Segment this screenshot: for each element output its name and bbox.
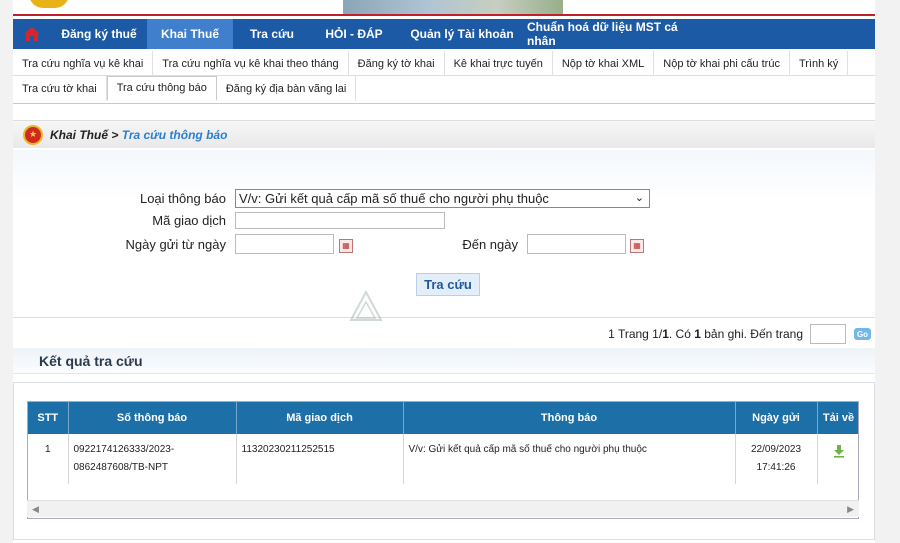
- cell-so-thong-bao[interactable]: 0922174126333/2023- 0862487608/TB-NPT: [68, 434, 237, 484]
- header-banner: [13, 0, 875, 16]
- tab-tra-cuu-to-khai[interactable]: Tra cứu tờ khai: [13, 76, 107, 101]
- breadcrumb-separator: >: [111, 127, 119, 142]
- loai-thong-bao-label: Loại thông báo: [139, 191, 226, 206]
- results-title: Kết quả tra cứu: [39, 352, 143, 369]
- col-ma-giao-dich: Mã giao dịch: [236, 402, 404, 434]
- calendar-icon[interactable]: ▦: [339, 239, 353, 253]
- breadcrumb-current: Tra cứu thông báo: [121, 127, 228, 142]
- pagination: 1 Trang 1/1. Có 1 bản ghi. Đến trang Go: [13, 320, 875, 348]
- nav-quan-ly-tai-khoan[interactable]: Quản lý Tài khoản: [397, 19, 527, 49]
- tab-nop-to-khai-phi-cau-truc[interactable]: Nộp tờ khai phi cấu trúc: [654, 51, 790, 76]
- cell-thong-bao: V/v: Gửi kết quả cấp mã số thuế cho ngườ…: [403, 434, 736, 484]
- sub-tabs-row-2: Tra cứu tờ khai Tra cứu thông báo Đăng k…: [13, 76, 875, 104]
- tab-tra-cuu-nghia-vu-theo-thang[interactable]: Tra cứu nghĩa vụ kê khai theo tháng: [153, 51, 349, 76]
- nav-tra-cuu[interactable]: Tra cứu: [233, 19, 311, 49]
- col-thong-bao: Thông báo: [403, 402, 736, 434]
- breadcrumb-text: Khai Thuế > Tra cứu thông báo: [50, 128, 227, 142]
- col-tai-ve: Tải về: [817, 402, 858, 434]
- table-row: 1 0922174126333/2023- 0862487608/TB-NPT …: [28, 434, 858, 484]
- chevron-down-icon: ⌄: [634, 192, 644, 204]
- so-thong-bao-line-1: 0922174126333/2023-: [73, 444, 175, 455]
- cell-tai-ve: [817, 434, 858, 484]
- calendar-icon[interactable]: ▦: [630, 239, 644, 253]
- tab-dang-ky-to-khai[interactable]: Đăng ký tờ khai: [349, 51, 445, 76]
- pagination-text: 1 Trang 1/1. Có 1 bản ghi. Đến trang: [608, 327, 803, 341]
- breadcrumb: ★ Khai Thuế > Tra cứu thông báo: [13, 120, 875, 148]
- tab-trinh-ky[interactable]: Trình ký: [790, 51, 849, 76]
- cell-stt: 1: [28, 434, 69, 484]
- table-header-row: STT Số thông báo Mã giao dịch Thông báo …: [28, 402, 858, 434]
- results-panel: STT Số thông báo Mã giao dịch Thông báo …: [13, 382, 875, 540]
- pagination-pages: 1: [662, 327, 669, 341]
- ngay-gui-date: 22/09/2023: [750, 444, 802, 455]
- scroll-right-arrow-icon[interactable]: ▶: [847, 504, 854, 515]
- ma-giao-dich-input[interactable]: [235, 212, 445, 229]
- nav-chuan-hoa-mst[interactable]: Chuẩn hoá dữ liệu MST cá nhân: [527, 19, 701, 49]
- horizontal-scrollbar[interactable]: ◀ ▶: [27, 500, 859, 517]
- den-ngay-label: Đến ngày: [462, 237, 518, 252]
- nav-dang-ky-thue[interactable]: Đăng ký thuế: [51, 19, 147, 49]
- ngay-gui-time: 17:41:26: [756, 462, 796, 473]
- home-button[interactable]: [13, 19, 51, 49]
- tab-tra-cuu-thong-bao[interactable]: Tra cứu thông báo: [106, 76, 217, 101]
- download-icon[interactable]: [833, 444, 845, 458]
- loai-thong-bao-value: V/v: Gửi kết quả cấp mã số thuế cho ngườ…: [239, 191, 549, 206]
- ngay-gui-tu-label: Ngày gửi từ ngày: [125, 237, 226, 252]
- ma-giao-dich-label: Mã giao dịch: [152, 213, 226, 228]
- go-button[interactable]: Go: [854, 328, 871, 340]
- loai-thong-bao-select[interactable]: V/v: Gửi kết quả cấp mã số thuế cho ngườ…: [235, 189, 650, 208]
- cell-ngay-gui: 22/09/2023 17:41:26: [735, 434, 818, 484]
- pagination-records: 1: [694, 327, 701, 341]
- ngay-gui-tu-input[interactable]: [235, 234, 334, 254]
- tab-nop-to-khai-xml[interactable]: Nộp tờ khai XML: [553, 51, 655, 76]
- scroll-left-arrow-icon[interactable]: ◀: [32, 504, 39, 515]
- col-so-thong-bao: Số thông báo: [68, 402, 237, 434]
- main-nav: Đăng ký thuế Khai Thuế Tra cứu HỎI - ĐÁP…: [13, 19, 875, 49]
- den-ngay-input[interactable]: [527, 234, 626, 254]
- page-number-input[interactable]: [810, 324, 846, 344]
- sub-tabs: Tra cứu nghĩa vụ kê khai Tra cứu nghĩa v…: [13, 51, 875, 104]
- col-stt: STT: [28, 402, 69, 434]
- tab-tra-cuu-nghia-vu[interactable]: Tra cứu nghĩa vụ kê khai: [13, 51, 154, 76]
- logo-emblem: [29, 0, 69, 8]
- cell-ma-giao-dich: 11320230211252515: [236, 434, 404, 484]
- results-header: Kết quả tra cứu: [13, 348, 875, 374]
- sub-tabs-row-1: Tra cứu nghĩa vụ kê khai Tra cứu nghĩa v…: [13, 51, 875, 76]
- national-emblem-icon: ★: [23, 124, 43, 145]
- col-ngay-gui: Ngày gửi: [735, 402, 818, 434]
- nav-khai-thue[interactable]: Khai Thuế: [147, 19, 233, 49]
- tab-dang-ky-dia-ban-vang-lai[interactable]: Đăng ký địa bàn vãng lai: [217, 76, 357, 101]
- so-thong-bao-line-2: 0862487608/TB-NPT: [73, 462, 169, 473]
- home-icon: [24, 27, 40, 41]
- search-form: Loại thông báo V/v: Gửi kết quả cấp mã s…: [13, 150, 875, 318]
- breadcrumb-section[interactable]: Khai Thuế: [50, 128, 108, 142]
- tra-cuu-button[interactable]: Tra cứu: [416, 273, 480, 296]
- tab-ke-khai-truc-tuyen[interactable]: Kê khai trực tuyến: [445, 51, 553, 76]
- nav-hoi-dap[interactable]: HỎI - ĐÁP: [311, 19, 397, 49]
- banner-divider: [13, 14, 875, 16]
- tax-portal-page: Đăng ký thuế Khai Thuế Tra cứu HỎI - ĐÁP…: [13, 0, 875, 543]
